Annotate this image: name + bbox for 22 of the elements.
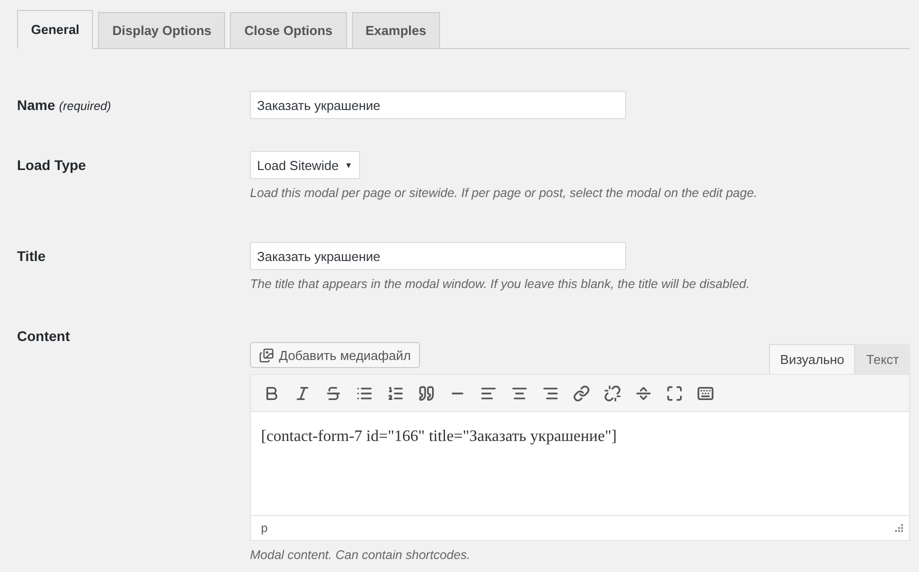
editor-mode-tab[interactable]: Визуально xyxy=(769,344,856,374)
select-field[interactable]: Load Sitewide ▼ xyxy=(250,151,360,179)
tab[interactable]: Close Options xyxy=(230,12,347,48)
resize-handle-icon[interactable] xyxy=(895,524,903,532)
add-media-button[interactable]: Добавить медиафайл xyxy=(250,342,420,368)
field-label: Content xyxy=(17,328,71,346)
field-hint: The title that appears in the modal window. If you leave this blank, the title will be disabled. xyxy=(250,277,751,291)
caret-icon: ▼ xyxy=(344,160,353,170)
text-field[interactable]: Заказать украшение xyxy=(250,242,626,270)
field-hint: Modal content. Can contain shortcodes. xyxy=(250,548,472,562)
field-label: Load Type xyxy=(17,156,87,175)
field-hint: Load this modal per page or sitewide. If per page or post, select the modal on the edit page. xyxy=(250,186,758,200)
editor-mode-tab[interactable]: Текст xyxy=(855,344,910,374)
media-icon xyxy=(259,348,274,362)
tab[interactable]: General xyxy=(17,10,94,49)
field-label: Title xyxy=(17,247,47,266)
editor-content: [contact-form-7 id="166" title="Заказать украшение"] xyxy=(261,428,617,445)
text-field[interactable]: Заказать украшение xyxy=(250,91,626,119)
tab[interactable]: Examples xyxy=(352,12,440,48)
element-path: p xyxy=(261,521,268,535)
field-label: Name (required) xyxy=(17,96,112,115)
tab[interactable]: Display Options xyxy=(98,12,226,48)
